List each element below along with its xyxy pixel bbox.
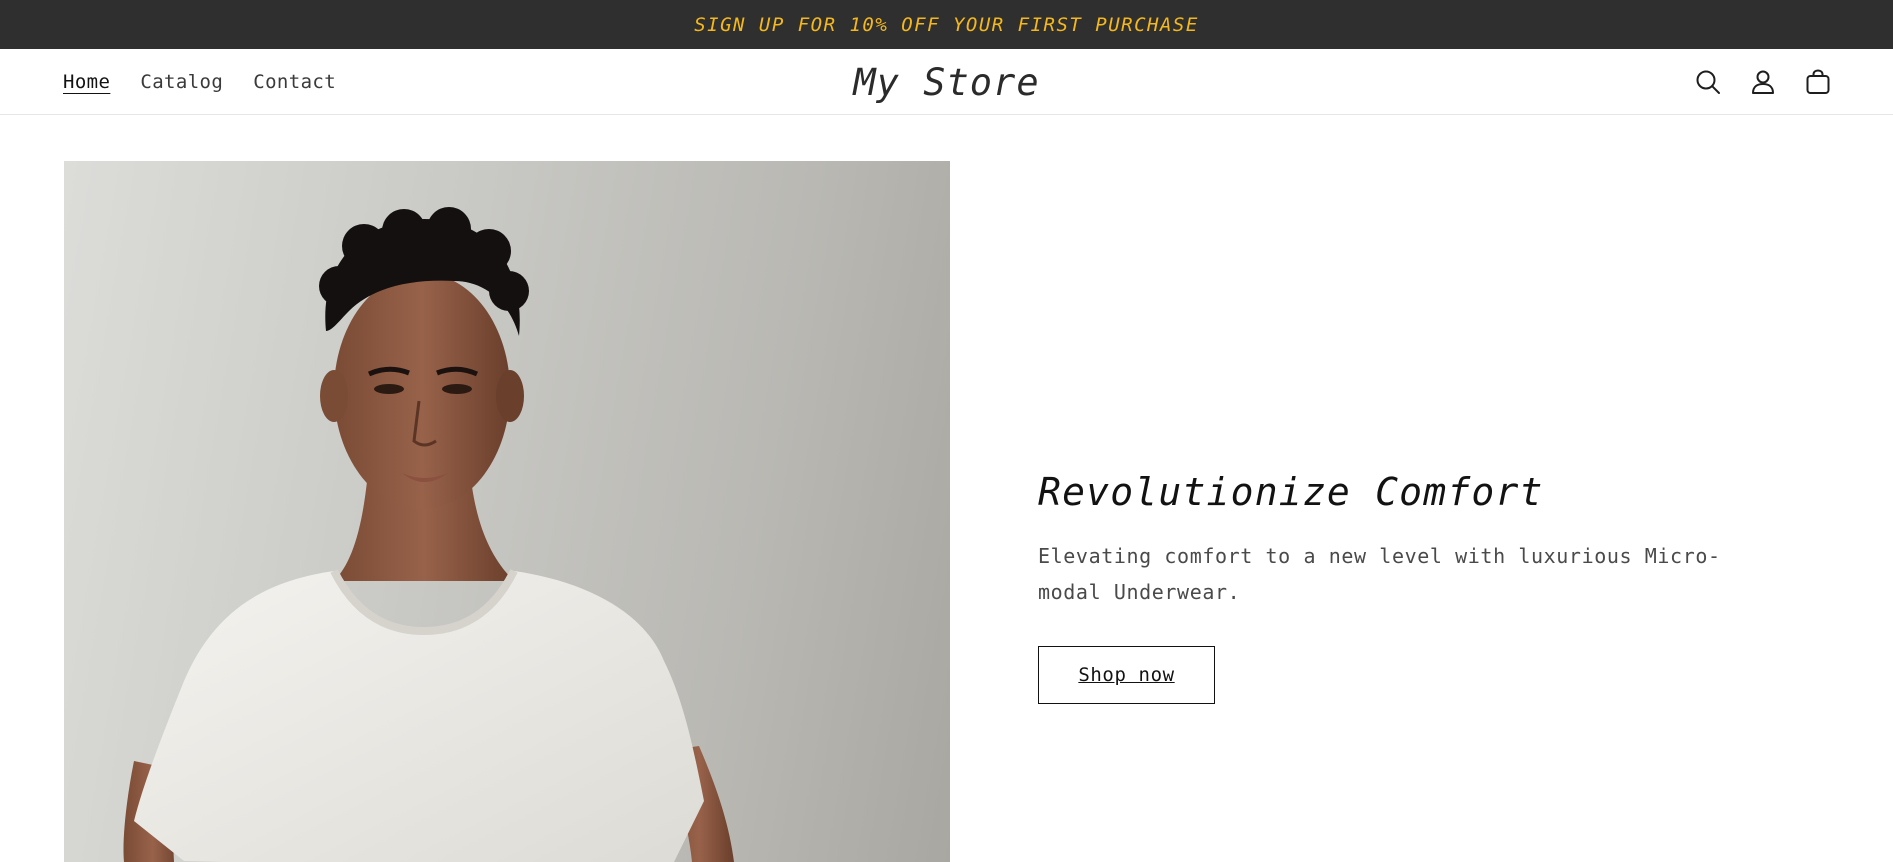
hero-heading: Revolutionize Comfort [1038, 470, 1544, 514]
header-icons [1693, 49, 1833, 115]
account-icon [1752, 70, 1774, 94]
main-nav: Home Catalog Contact [63, 49, 336, 115]
store-logo[interactable]: My Store [853, 61, 1039, 104]
hero-content: Revolutionize Comfort Elevating comfort … [1038, 470, 1798, 704]
announcement-bar: SIGN UP FOR 10% OFF YOUR FIRST PURCHASE [0, 0, 1893, 49]
hero-image [64, 161, 950, 862]
model-photo [123, 207, 734, 862]
nav-link-catalog[interactable]: Catalog [140, 71, 223, 93]
nav-link-home[interactable]: Home [63, 71, 110, 93]
search-icon [1696, 70, 1720, 94]
cart-icon [1806, 69, 1830, 94]
cart-button[interactable] [1803, 67, 1833, 97]
shop-now-button[interactable]: Shop now [1038, 646, 1215, 704]
nav-link-contact[interactable]: Contact [253, 71, 336, 93]
announcement-text: SIGN UP FOR 10% OFF YOUR FIRST PURCHASE [694, 13, 1199, 36]
search-button[interactable] [1693, 67, 1723, 97]
site-header: Home Catalog Contact My Store [0, 49, 1893, 115]
account-button[interactable] [1748, 67, 1778, 97]
hero-subheading: Elevating comfort to a new level with lu… [1038, 544, 1721, 604]
